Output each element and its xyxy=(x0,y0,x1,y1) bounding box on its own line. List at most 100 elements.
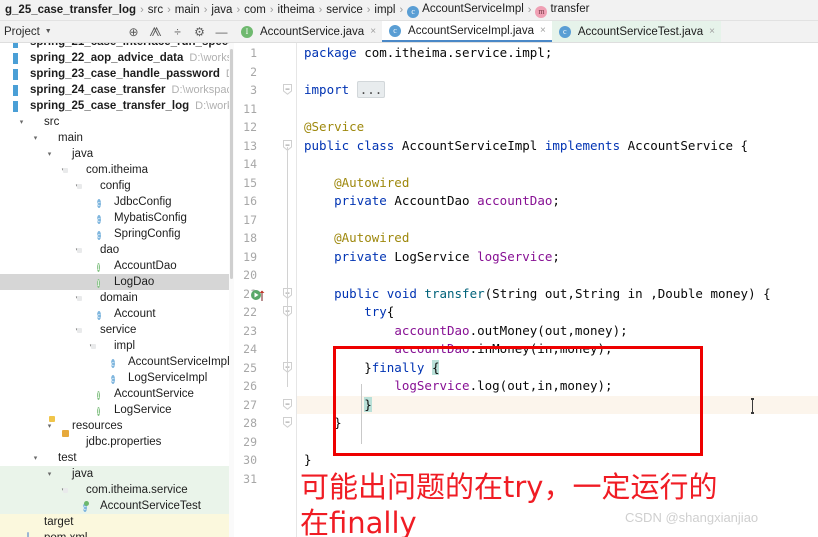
code-line-17[interactable] xyxy=(297,211,304,230)
tree-node-springconfig[interactable]: ▾cSpringConfig xyxy=(0,226,234,242)
code-token: @Autowired xyxy=(304,230,410,245)
package-icon xyxy=(83,180,97,193)
close-icon[interactable]: × xyxy=(370,26,376,37)
tree-node-spring_23_case_handle_password[interactable]: ▾spring_23_case_handle_passwordD:\worksp xyxy=(0,66,234,82)
code-line-12[interactable]: @Service xyxy=(297,118,364,137)
code-line-27[interactable]: } xyxy=(297,395,818,414)
code-line-14[interactable] xyxy=(297,155,304,174)
locate-icon[interactable]: ⊕ xyxy=(127,26,140,38)
code-line-19[interactable]: private LogService logService; xyxy=(297,248,560,267)
chevron-down-icon[interactable]: ▾ xyxy=(44,150,55,158)
tree-node-config[interactable]: ▾config xyxy=(0,178,234,194)
close-icon[interactable]: × xyxy=(709,26,715,37)
breadcrumb-item-com[interactable]: com xyxy=(241,4,269,16)
collapse-all-icon[interactable]: ÷ xyxy=(171,26,184,38)
code-line-25[interactable]: }finally { xyxy=(297,359,440,378)
tree-node-logserviceimpl[interactable]: ▾cLogServiceImpl xyxy=(0,370,234,386)
tree-node-dao[interactable]: ▾dao xyxy=(0,242,234,258)
tree-node-mybatisconfig[interactable]: ▾cMybatisConfig xyxy=(0,210,234,226)
package-icon xyxy=(97,340,111,353)
tree-node-jdbcconfig[interactable]: ▾cJdbcConfig xyxy=(0,194,234,210)
breadcrumb-item-itheima[interactable]: itheima xyxy=(275,4,318,16)
tree-node-jdbc.properties[interactable]: ▾jdbc.properties xyxy=(0,434,234,450)
code-line-2[interactable] xyxy=(297,63,304,82)
project-tree[interactable]: ▾ spring_21_case_interface_run_speed D:\wo… xyxy=(0,43,234,537)
code-line-16[interactable]: private AccountDao accountDao; xyxy=(297,192,560,211)
code-line-15[interactable]: @Autowired xyxy=(297,174,409,193)
breadcrumb-item-impl[interactable]: impl xyxy=(371,4,398,16)
tree-node-domain[interactable]: ▾domain xyxy=(0,290,234,306)
class-icon: c xyxy=(97,310,101,320)
settings-gear-icon[interactable]: ⚙ xyxy=(193,26,206,38)
breadcrumb-item-transfer[interactable]: m transfer xyxy=(532,3,592,18)
tree-node-spring_21_case_interface_run_speed[interactable]: ▾spring_21_case_interface_run_speedD:\wo… xyxy=(0,43,234,50)
tree-node-accountservice[interactable]: ▾IAccountService xyxy=(0,386,234,402)
tree-node-java[interactable]: ▾ java xyxy=(0,146,234,162)
hide-panel-icon[interactable]: — xyxy=(215,26,228,38)
tree-node-logdao[interactable]: ▾ILogDao xyxy=(0,274,234,290)
tree-node-account[interactable]: ▾cAccount xyxy=(0,306,234,322)
code-line-18[interactable]: @Autowired xyxy=(297,229,409,248)
code-line-26[interactable]: logService.log(out,in,money); xyxy=(297,377,612,396)
chevron-down-icon[interactable]: ▾ xyxy=(44,470,55,478)
code-line-3[interactable]: import ... xyxy=(297,81,386,100)
gutter-line-number: 30 xyxy=(243,453,257,467)
code-content[interactable]: package com.itheima.service.impl; import … xyxy=(297,43,818,537)
tree-node-com.itheima.service[interactable]: ▾com.itheima.service xyxy=(0,482,234,498)
code-line-22[interactable]: try{ xyxy=(297,303,394,322)
tree-node-target[interactable]: ▾target xyxy=(0,514,234,530)
tree-node-main[interactable]: ▾ main xyxy=(0,130,234,146)
gutter-line-number: 3 xyxy=(250,83,257,97)
tree-node-src[interactable]: ▾ src xyxy=(0,114,234,130)
tree-node-java[interactable]: ▾ java xyxy=(0,466,234,482)
tree-node-service[interactable]: ▾service xyxy=(0,322,234,338)
tree-node-com.itheima[interactable]: ▾com.itheima xyxy=(0,162,234,178)
editor-tab-accountservice-java[interactable]: I AccountService.java × xyxy=(234,21,382,42)
expand-all-icon[interactable]: ⨇ xyxy=(149,26,162,38)
code-line-24[interactable]: accountDao.inMoney(in,money); xyxy=(297,340,612,359)
chevron-down-icon[interactable]: ▾ xyxy=(30,134,41,142)
code-line-21[interactable]: public void transfer(String out,String i… xyxy=(297,285,771,304)
tree-node-impl[interactable]: ▾impl xyxy=(0,338,234,354)
tree-node-accountserviceimpl[interactable]: ▾cAccountServiceImpl xyxy=(0,354,234,370)
editor-tab-accountserviceimpl-java[interactable]: c AccountServiceImpl.java × xyxy=(382,21,552,42)
chevron-down-icon[interactable]: ▼ xyxy=(45,28,52,35)
code-line-11[interactable] xyxy=(297,100,304,119)
tree-node-resources[interactable]: ▾ resources xyxy=(0,418,234,434)
editor-gutter[interactable]: 1 2 3 11 12 13 14 15 16 17 18 19 20 21 22 23 24 25 26 27 28 2… xyxy=(235,43,297,537)
tree-node-accountdao[interactable]: ▾IAccountDao xyxy=(0,258,234,274)
code-line-30[interactable]: } xyxy=(297,451,312,470)
code-editor[interactable]: 1 2 3 11 12 13 14 15 16 17 18 19 20 21 22 23 24 25 26 27 28 2… xyxy=(235,43,818,537)
editor-tab-accountservicetest-java[interactable]: c AccountServiceTest.java × xyxy=(551,21,721,42)
tree-node-label: jdbc.properties xyxy=(86,436,162,448)
breadcrumb-item-main[interactable]: main xyxy=(172,4,203,16)
code-line-13[interactable]: public class AccountServiceImpl implemen… xyxy=(297,137,748,156)
breadcrumb-item-java[interactable]: java xyxy=(208,4,235,16)
tree-node-logservice[interactable]: ▾ILogService xyxy=(0,402,234,418)
tree-node-test[interactable]: ▾ test xyxy=(0,450,234,466)
breadcrumb-item-g-25-case-transfer-log[interactable]: g_25_case_transfer_log xyxy=(2,4,139,16)
code-token: @Autowired xyxy=(304,174,410,190)
chevron-down-icon[interactable]: ▾ xyxy=(16,118,27,126)
run-test-gutter-icon[interactable] xyxy=(251,288,267,302)
breadcrumb-item-service[interactable]: service xyxy=(323,4,365,16)
code-line-29[interactable] xyxy=(297,433,304,452)
code-line-1[interactable]: package com.itheima.service.impl; xyxy=(297,44,552,63)
tree-node-spring_22_aop_advice_data[interactable]: ▾spring_22_aop_advice_dataD:\workspace\s… xyxy=(0,50,234,66)
tree-node-accountservicetest[interactable]: ▾cAccountServiceTest xyxy=(0,498,234,514)
tree-node-spring_24_case_transfer[interactable]: ▾spring_24_case_transferD:\workspace\spr… xyxy=(0,82,234,98)
code-line-23[interactable]: accountDao.outMoney(out,money); xyxy=(297,322,627,341)
code-line-28[interactable]: } xyxy=(297,414,342,433)
code-line-20[interactable] xyxy=(297,266,304,285)
breadcrumb-item-accountserviceimpl[interactable]: c AccountServiceImpl xyxy=(404,3,527,18)
chevron-down-icon[interactable]: ▾ xyxy=(30,454,41,462)
project-panel-title[interactable]: Project xyxy=(0,26,40,38)
editor-tab-label: AccountService.java xyxy=(260,25,365,38)
tree-node-spring_25_case_transfer_log[interactable]: ▾spring_25_case_transfer_logD:\workspace… xyxy=(0,98,234,114)
breadcrumb-item-src[interactable]: src xyxy=(145,4,166,16)
tree-scrollbar[interactable] xyxy=(229,43,234,537)
tree-node-pom.xml[interactable]: ▾pom.xml xyxy=(0,530,234,537)
chevron-down-icon[interactable]: ▾ xyxy=(44,422,55,430)
close-icon[interactable]: × xyxy=(540,25,546,36)
